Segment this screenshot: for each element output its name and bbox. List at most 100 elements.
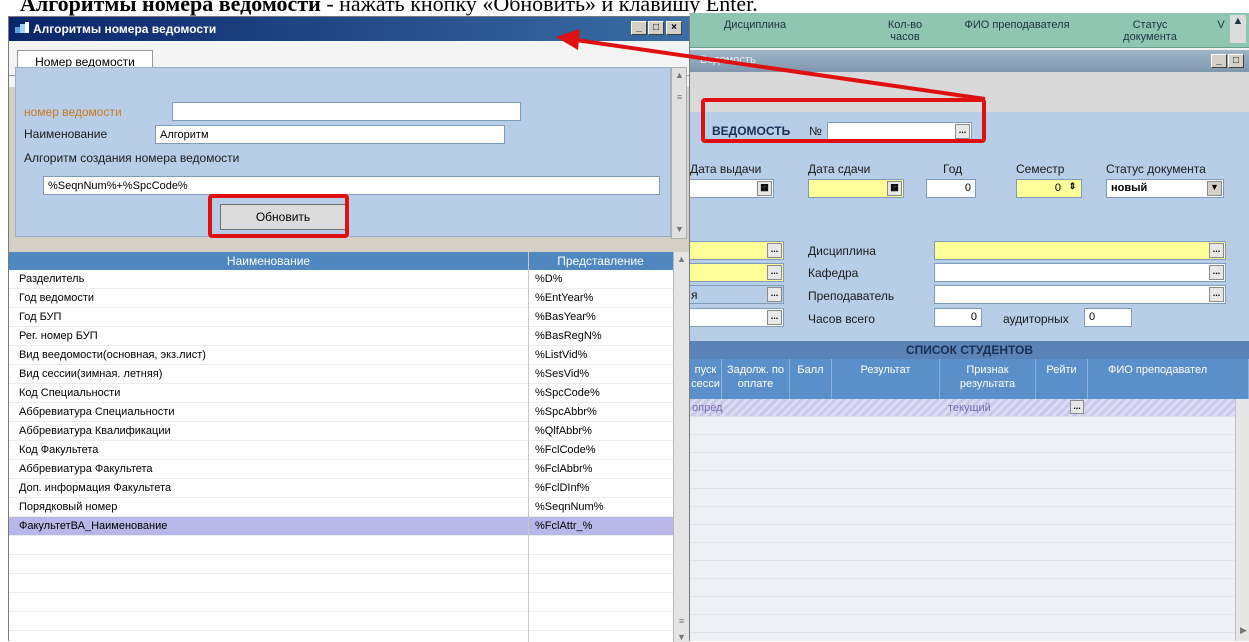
ellipsis-button[interactable]: ... bbox=[767, 287, 782, 302]
hours-total-label: Часов всего bbox=[808, 312, 875, 326]
speciality-field[interactable]: ... bbox=[690, 263, 784, 282]
grid-row[interactable]: Год ведомости %EntYear% bbox=[9, 289, 673, 308]
status-label: Статус документа bbox=[1106, 162, 1206, 176]
grid-row[interactable]: Разделитель %D% bbox=[9, 270, 673, 289]
grid-cell-name: Порядковый номер bbox=[19, 501, 118, 513]
department-field[interactable]: ... bbox=[934, 263, 1226, 282]
scroll-up-icon[interactable]: ▲ bbox=[676, 254, 687, 264]
grid-row-selected[interactable]: ФакультетВА_Наименование %FclAttr_% bbox=[9, 517, 673, 536]
col-repr-header[interactable]: Представление bbox=[528, 252, 673, 270]
grid-row[interactable]: Год БУП %BasYear% bbox=[9, 308, 673, 327]
grid-row[interactable]: Аббревиатура Факультета %FclAbbr% bbox=[9, 460, 673, 479]
scroll-up-icon[interactable]: ▲ bbox=[674, 70, 685, 80]
col-result[interactable]: Результат bbox=[832, 359, 940, 399]
course-field[interactable]: ... bbox=[690, 308, 784, 327]
discipline-label: Дисциплина bbox=[808, 244, 876, 258]
year-label: Год bbox=[943, 162, 963, 176]
hours-total-field[interactable]: 0 bbox=[934, 308, 982, 327]
teacher-field[interactable]: ... bbox=[934, 285, 1226, 304]
algorithm-label: Алгоритм создания номера ведомости bbox=[24, 151, 240, 165]
name-input[interactable] bbox=[155, 125, 505, 144]
students-row-result-sign: текущий bbox=[948, 402, 991, 414]
date-issue-field[interactable]: ▦ bbox=[690, 179, 774, 198]
grid-row-empty bbox=[9, 593, 673, 612]
grid-cell-repr: %FclCode% bbox=[535, 444, 596, 456]
discipline-field[interactable]: ... bbox=[934, 241, 1226, 260]
algorithm-input[interactable] bbox=[43, 176, 660, 195]
grid-cell-repr: %BasYear% bbox=[535, 311, 596, 323]
teacher-label: Преподаватель bbox=[808, 289, 895, 303]
grid-column-divider bbox=[528, 252, 529, 642]
scroll-thumb-icon[interactable]: ≡ bbox=[674, 92, 685, 102]
form-scrollbar[interactable]: ▲ ≡ ▼ bbox=[671, 67, 687, 239]
ellipsis-button[interactable]: ... bbox=[767, 243, 782, 258]
group-field[interactable]: ... bbox=[690, 285, 784, 304]
name-label: Наименование bbox=[24, 127, 108, 141]
grid-row[interactable]: Рег. номер БУП %BasRegN% bbox=[9, 327, 673, 346]
students-row-empty bbox=[690, 561, 1235, 579]
number-input[interactable] bbox=[172, 102, 521, 121]
col-result-sign[interactable]: Признак результата bbox=[940, 359, 1036, 399]
students-row-empty bbox=[690, 471, 1235, 489]
students-row-empty bbox=[690, 543, 1235, 561]
dialog-titlebar[interactable]: Алгоритмы номера ведомости _ □ × bbox=[9, 17, 689, 41]
maximize-button[interactable]: □ bbox=[648, 21, 664, 35]
highlight-vedomost-number bbox=[701, 98, 986, 143]
ellipsis-button[interactable]: ... bbox=[767, 265, 782, 280]
col-score[interactable]: Балл bbox=[790, 359, 832, 399]
ellipsis-button[interactable]: ... bbox=[767, 310, 782, 325]
grid-row[interactable]: Вид сессии(зимная. летняя) %SesVid% bbox=[9, 365, 673, 384]
col-debt[interactable]: Задолж. по оплате bbox=[722, 359, 790, 399]
date-return-field[interactable]: ▦ bbox=[808, 179, 904, 198]
col-teacher[interactable]: ФИО преподавател bbox=[1088, 359, 1249, 399]
header-scroll-up[interactable]: ▲ bbox=[1230, 15, 1246, 43]
scroll-right-icon[interactable]: ▶ bbox=[1238, 625, 1249, 636]
col-rating[interactable]: Рейти bbox=[1036, 359, 1088, 399]
calendar-icon[interactable]: ▦ bbox=[757, 181, 772, 196]
ellipsis-button[interactable]: ... bbox=[1209, 287, 1224, 302]
grid-scrollbar[interactable]: ▲ ≡ ▼ bbox=[673, 252, 689, 642]
ellipsis-button[interactable]: ... bbox=[1209, 243, 1224, 258]
ellipsis-button[interactable]: ... bbox=[1070, 400, 1084, 414]
algorithm-dialog: Алгоритмы номера ведомости _ □ × Номер в… bbox=[8, 16, 690, 642]
status-value: новый bbox=[1111, 182, 1148, 194]
auditorium-field[interactable]: 0 bbox=[1084, 308, 1132, 327]
students-row-empty bbox=[690, 435, 1235, 453]
students-grid-scrollbar[interactable]: ▶ bbox=[1235, 399, 1249, 641]
close-button[interactable]: × bbox=[666, 21, 682, 35]
chevron-down-icon[interactable]: ▼ bbox=[1207, 181, 1222, 196]
column-header-v[interactable]: V bbox=[1214, 19, 1228, 31]
algorithm-grid-body: Разделитель %D% Год ведомости %EntYear% Го… bbox=[9, 270, 673, 642]
date-issue-label: Дата выдачи bbox=[690, 162, 762, 176]
faculty-field[interactable]: ... bbox=[690, 241, 784, 260]
grid-row[interactable]: Код Специальности %SpcCode% bbox=[9, 384, 673, 403]
grid-row[interactable]: Порядковый номер %SeqnNum% bbox=[9, 498, 673, 517]
year-field[interactable]: 0 bbox=[926, 179, 976, 198]
grid-row[interactable]: Аббревиатура Специальности %SpcAbbr% bbox=[9, 403, 673, 422]
column-header-hours[interactable]: Кол-во часов bbox=[885, 19, 925, 43]
grid-row[interactable]: Код Факультета %FclCode% bbox=[9, 441, 673, 460]
column-header-discipline[interactable]: Дисциплина bbox=[710, 19, 800, 31]
scroll-thumb-icon[interactable]: ≡ bbox=[676, 616, 687, 626]
maximize-button[interactable]: □ bbox=[1228, 54, 1244, 68]
scroll-down-icon[interactable]: ▼ bbox=[674, 224, 685, 234]
grid-row-empty bbox=[9, 574, 673, 593]
grid-row[interactable]: Вид вeeдомости(основная, экз.лист) %ListV… bbox=[9, 346, 673, 365]
students-row-empty bbox=[690, 525, 1235, 543]
column-header-status[interactable]: Статус документа bbox=[1120, 19, 1180, 43]
grid-row[interactable]: Аббревиатура Квалификации %QlfAbbr% bbox=[9, 422, 673, 441]
students-grid-body: опред текущий ... bbox=[690, 399, 1235, 641]
calendar-icon[interactable]: ▦ bbox=[887, 181, 902, 196]
grid-row[interactable]: Доп. информация Факультета %FclDInf% bbox=[9, 479, 673, 498]
ellipsis-button[interactable]: ... bbox=[1209, 265, 1224, 280]
students-row[interactable]: опред текущий ... bbox=[690, 399, 1235, 417]
spin-icon[interactable]: ⇕ bbox=[1065, 181, 1080, 196]
grid-cell-name: Аббревиатура Факультета bbox=[19, 463, 153, 475]
minimize-button[interactable]: _ bbox=[631, 21, 647, 35]
semester-field[interactable]: 0 ⇕ bbox=[1016, 179, 1082, 198]
column-header-teacher[interactable]: ФИО преподавателя bbox=[952, 19, 1082, 31]
col-name-header[interactable]: Наименование bbox=[9, 252, 528, 270]
minimize-button[interactable]: _ bbox=[1211, 54, 1227, 68]
col-session[interactable]: пуск сесси bbox=[690, 359, 722, 399]
status-select[interactable]: новый ▼ bbox=[1106, 179, 1224, 198]
